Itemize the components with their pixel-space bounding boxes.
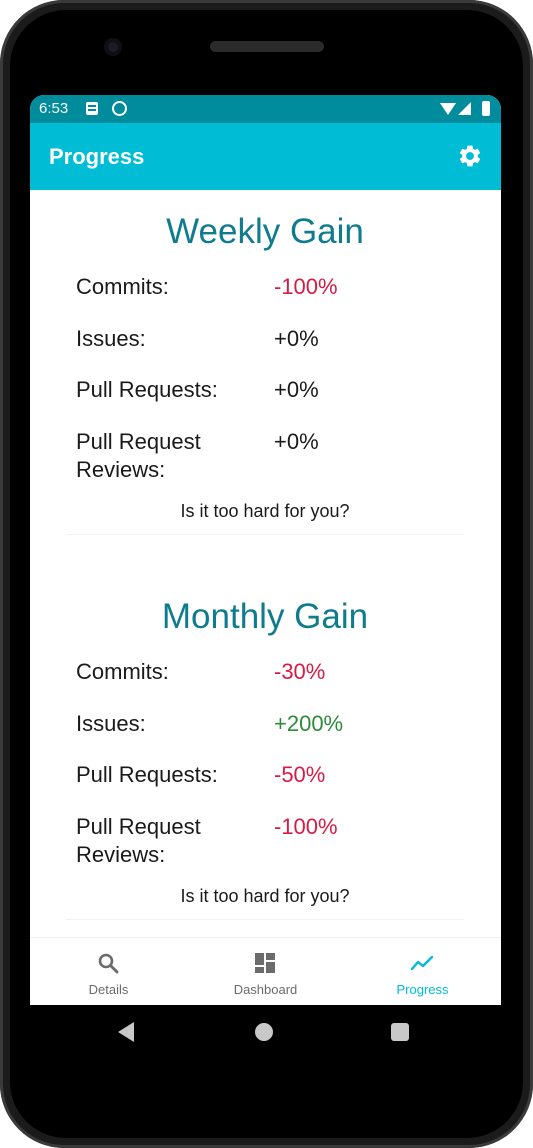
weekly-card-divider: [66, 534, 464, 535]
weekly-gain-title: Weekly Gain: [166, 212, 364, 251]
monthly-pull-requests-label: Pull Requests:: [76, 762, 218, 787]
nav-item-details[interactable]: Details: [30, 938, 187, 1005]
battery-icon: [482, 101, 490, 116]
status-bar: 6:53: [30, 95, 501, 123]
recents-icon[interactable]: [391, 1023, 409, 1041]
wifi-icon: [440, 103, 456, 115]
phone-frame: 6:53 Progress Weekly Gain Commits: -100%…: [0, 0, 533, 1148]
monthly-issues-value: +200%: [274, 711, 344, 736]
monthly-gain-card: Monthly Gain Commits: -30% Issues: +200%…: [66, 575, 464, 920]
trending-icon: [410, 955, 434, 971]
monthly-issues-label: Issues:: [76, 711, 146, 736]
weekly-issues-value: +0%: [274, 326, 319, 351]
monthly-footer-text: Is it too hard for you?: [180, 886, 350, 906]
weekly-issues-label: Issues:: [76, 326, 146, 351]
monthly-card-divider: [66, 919, 464, 920]
status-time: 6:53: [39, 100, 69, 117]
home-icon[interactable]: [255, 1023, 273, 1041]
monthly-commits-label: Commits:: [76, 659, 169, 684]
weekly-commits-label: Commits:: [76, 274, 169, 299]
search-icon: [98, 953, 119, 974]
nav-label-details: Details: [88, 982, 129, 997]
app-bar: Progress: [30, 123, 501, 190]
monthly-pr-reviews-label: Pull Request Reviews:: [76, 814, 201, 867]
front-camera: [104, 38, 122, 56]
back-icon[interactable]: [118, 1022, 134, 1042]
sync-icon: [112, 101, 127, 116]
monthly-gain-title: Monthly Gain: [161, 597, 369, 636]
nav-item-progress[interactable]: Progress: [344, 938, 501, 1005]
weekly-pr-reviews-label: Pull Request Reviews:: [76, 429, 201, 482]
weekly-pull-requests-label: Pull Requests:: [76, 377, 218, 402]
nav-label-dashboard: Dashboard: [233, 982, 298, 997]
weekly-pr-reviews-value: +0%: [274, 429, 319, 454]
nav-label-progress: Progress: [396, 982, 449, 997]
weekly-footer-text: Is it too hard for you?: [180, 501, 350, 521]
monthly-pull-requests-value: -50%: [274, 762, 326, 787]
bottom-navigation: Details Dashboard Progress: [30, 937, 501, 1005]
earpiece-speaker: [210, 41, 324, 52]
monthly-commits-value: -30%: [274, 659, 326, 684]
page-title: Progress: [49, 144, 145, 169]
nav-item-dashboard[interactable]: Dashboard: [187, 938, 344, 1005]
gear-icon[interactable]: [457, 143, 483, 169]
notification-note-icon: [86, 102, 98, 115]
system-navigation-bar: [10, 1005, 523, 1065]
dashboard-icon: [255, 953, 275, 973]
weekly-gain-card: Weekly Gain Commits: -100% Issues: +0% P…: [66, 190, 464, 535]
monthly-pr-reviews-value: -100%: [274, 814, 338, 839]
weekly-pull-requests-value: +0%: [274, 377, 319, 402]
signal-icon: [458, 102, 471, 115]
screen: 6:53 Progress Weekly Gain Commits: -100%…: [30, 95, 501, 1005]
weekly-commits-value: -100%: [274, 274, 338, 299]
